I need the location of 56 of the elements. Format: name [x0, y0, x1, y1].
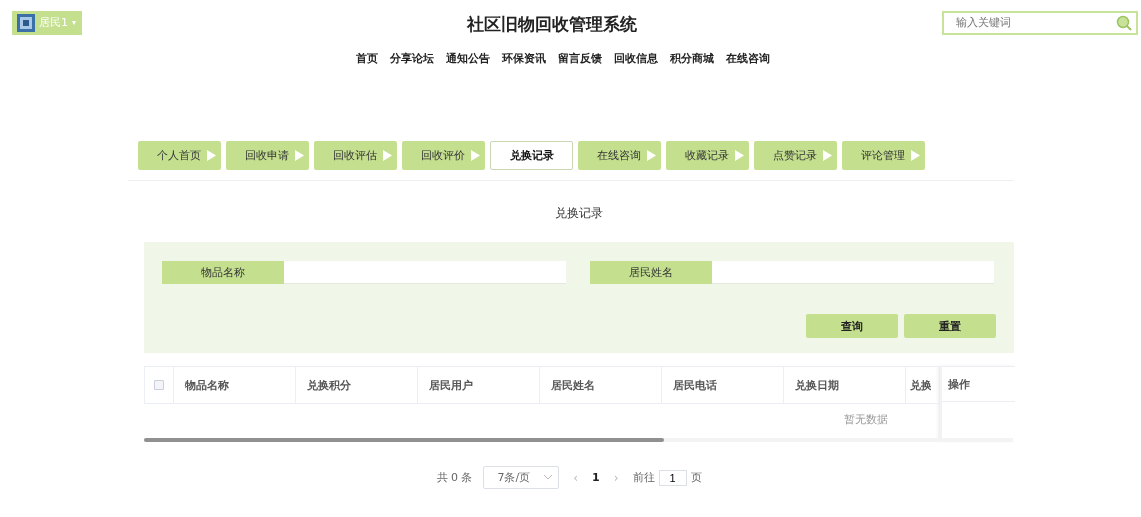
column-header: 操作 [942, 366, 1015, 402]
column-header: 兑换积分 [295, 367, 417, 403]
tab[interactable]: 兑换记录 [490, 141, 573, 170]
triangle-icon [911, 150, 920, 161]
scroll-bar[interactable] [144, 438, 1013, 442]
nav-link[interactable]: 留言反馈 [558, 51, 602, 66]
tab[interactable]: 评论管理 [842, 141, 925, 170]
triangle-icon [647, 150, 656, 161]
tab[interactable]: 点赞记录 [754, 141, 837, 170]
filter-label: 居民姓名 [590, 261, 712, 284]
input-field[interactable] [712, 261, 994, 284]
search-icon[interactable] [1116, 14, 1132, 31]
avatar-icon [17, 13, 35, 32]
triangle-icon [823, 150, 832, 161]
search-field[interactable]: 输入关键词 [942, 10, 1138, 35]
triangle-icon [295, 150, 304, 161]
total-count: 共 0 条 [436, 470, 473, 485]
goto-field[interactable]: 1 [658, 469, 687, 486]
chevron-icon [544, 475, 553, 480]
triangle-icon [383, 150, 392, 161]
tab[interactable]: 个人首页 [138, 141, 221, 170]
page-title: 兑换记录 [554, 205, 604, 222]
nav-link[interactable]: 在线咨询 [726, 51, 770, 66]
triangle-icon [735, 150, 744, 161]
column-header: 居民电话 [661, 367, 783, 403]
empty-message: 暂无数据 [844, 412, 888, 427]
nav-link[interactable]: 通知公告 [446, 51, 490, 66]
tab[interactable]: 回收评价 [402, 141, 485, 170]
filter-button[interactable]: 重置 [904, 314, 996, 338]
nav-link[interactable]: 环保资讯 [502, 51, 546, 66]
tab[interactable]: 收藏记录 [666, 141, 749, 170]
nav-link[interactable]: 积分商城 [670, 51, 714, 66]
goto-label: 前往 [632, 470, 655, 485]
column-header: 居民姓名 [539, 367, 661, 403]
page-suffix: 页 [690, 470, 702, 485]
tab[interactable]: 在线咨询 [578, 141, 661, 170]
filter-label: 物品名称 [162, 261, 284, 284]
user-name: 居民1 [39, 15, 68, 30]
page-size-select[interactable]: 7条/页 [482, 466, 560, 489]
tab[interactable]: 回收申请 [226, 141, 309, 170]
column-header: 兑换日期 [783, 367, 905, 403]
column-header: 居民用户 [417, 367, 539, 403]
nav-link[interactable]: 分享论坛 [390, 51, 434, 66]
triangle-icon [471, 150, 480, 161]
filter-button[interactable]: 查询 [806, 314, 898, 338]
column-header: 物品名称 [173, 367, 295, 403]
page-number[interactable]: 1 [592, 471, 600, 484]
tab[interactable]: 回收评估 [314, 141, 397, 170]
site-title: 社区旧物回收管理系统 [467, 13, 637, 36]
input-field[interactable] [284, 261, 566, 284]
column-header: 兑换 [905, 367, 931, 403]
triangle-icon [207, 150, 216, 161]
select-all-checkbox[interactable] [154, 380, 164, 390]
nav-link[interactable]: 回收信息 [614, 51, 658, 66]
caret-icon: ▾ [72, 18, 76, 27]
nav-link[interactable]: 首页 [356, 51, 378, 66]
